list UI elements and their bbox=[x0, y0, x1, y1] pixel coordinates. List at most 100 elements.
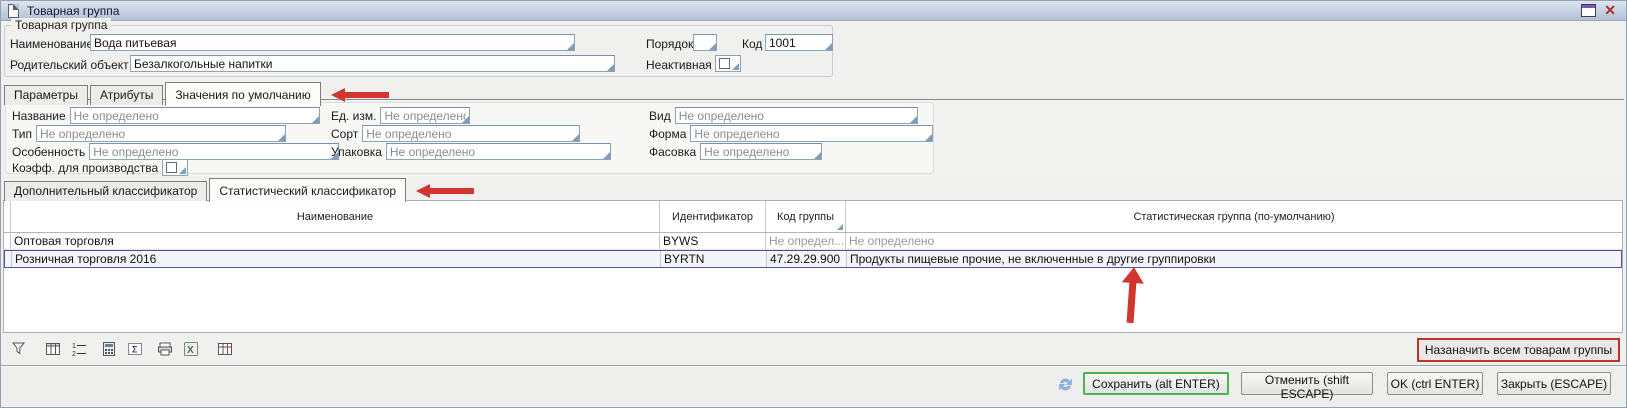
default-name-label: Название bbox=[12, 109, 66, 123]
titlebar: Товарная группа ✕ bbox=[1, 1, 1626, 21]
default-type-field[interactable] bbox=[36, 125, 286, 142]
grid-settings-icon[interactable] bbox=[215, 339, 235, 359]
default-unit-label: Ед. изм. bbox=[331, 109, 376, 123]
cell-stat-group: Продукты пищевые прочие, не включенные в… bbox=[847, 251, 1621, 267]
refresh-icon bbox=[1058, 377, 1073, 392]
svg-text:Σ: Σ bbox=[132, 345, 138, 355]
row-selector-gutter bbox=[4, 201, 11, 232]
default-values-panel: Название Ед. изм. Вид Тип Сорт Форма bbox=[5, 102, 934, 174]
cell-name: Розничная торговля 2016 bbox=[12, 251, 661, 267]
tab-statistical-classifier[interactable]: Статистический классификатор bbox=[209, 178, 406, 202]
tab-additional-classifier[interactable]: Дополнительный классификатор bbox=[4, 181, 207, 201]
cell-group-code: 47.29.29.900 bbox=[767, 251, 847, 267]
coeff-label: Коэфф. для производства bbox=[12, 161, 158, 175]
inactive-checkbox[interactable] bbox=[715, 55, 741, 72]
default-packing-label: Фасовка bbox=[649, 145, 696, 159]
main-tabstrip: Параметры Атрибуты Значения по умолчанию bbox=[4, 81, 389, 105]
code-field[interactable] bbox=[765, 34, 833, 51]
name-field[interactable] bbox=[90, 34, 575, 51]
default-packaging-label: Упаковка bbox=[331, 145, 382, 159]
excel-export-icon[interactable]: X bbox=[181, 339, 201, 359]
assign-to-all-goods-button[interactable]: Назаначить всем товарам группы bbox=[1417, 338, 1620, 362]
parent-label: Родительский объект bbox=[10, 58, 129, 72]
name-field-wrap bbox=[90, 34, 575, 51]
print-icon[interactable] bbox=[155, 339, 175, 359]
col-header-stat-group[interactable]: Статистическая группа (по-умолчанию) bbox=[846, 201, 1622, 232]
maximize-icon[interactable] bbox=[1581, 4, 1596, 17]
ok-button[interactable]: OK (ctrl ENTER) bbox=[1387, 372, 1483, 395]
col-header-group-code[interactable]: Код группы bbox=[766, 201, 846, 232]
svg-text:2: 2 bbox=[72, 351, 76, 357]
default-field-unit-cell: Ед. изм. bbox=[331, 107, 470, 124]
close-icon[interactable]: ✕ bbox=[1604, 4, 1616, 17]
calculator-icon[interactable] bbox=[99, 339, 119, 359]
svg-text:X: X bbox=[187, 345, 194, 356]
default-unit-field[interactable] bbox=[380, 107, 470, 124]
footer-bar: Сохранить (alt ENTER) Отменить (shift ES… bbox=[1, 365, 1626, 408]
annotation-arrow-tab2-icon bbox=[416, 184, 474, 198]
tab-attributes[interactable]: Атрибуты bbox=[90, 85, 163, 105]
cell-group-code: Не определ... bbox=[766, 233, 846, 249]
default-field-feature-cell: Особенность bbox=[12, 143, 339, 160]
code-label: Код bbox=[742, 37, 762, 51]
parent-field[interactable] bbox=[130, 55, 615, 72]
table-toolbar: 12 Σ X Назаначить всем товарам группы bbox=[3, 334, 1623, 364]
filter-icon[interactable] bbox=[9, 339, 29, 359]
default-field-name-cell: Название bbox=[12, 107, 320, 124]
coeff-field[interactable] bbox=[162, 159, 188, 176]
code-field-wrap bbox=[765, 34, 833, 51]
default-feature-field[interactable] bbox=[89, 143, 339, 160]
default-sort-label: Сорт bbox=[331, 127, 358, 141]
classifier-table: Наименование Идентификатор Код группы Ст… bbox=[3, 200, 1623, 333]
order-label: Порядок bbox=[646, 37, 693, 51]
refresh-button[interactable] bbox=[1054, 373, 1076, 395]
checkbox-box-icon bbox=[719, 58, 730, 69]
tab-default-values[interactable]: Значения по умолчанию bbox=[165, 82, 320, 106]
cell-name: Оптовая торговля bbox=[11, 233, 660, 249]
col-header-name[interactable]: Наименование bbox=[11, 201, 660, 232]
default-values-page: Название Ед. изм. Вид Тип Сорт Форма bbox=[4, 99, 1624, 177]
table-row-selected[interactable]: Розничная торговля 2016 BYRTN 47.29.29.9… bbox=[4, 250, 1622, 268]
cell-stat-group: Не определено bbox=[846, 233, 1622, 249]
order-field[interactable] bbox=[693, 34, 717, 51]
inactive-label: Неактивная bbox=[646, 58, 712, 72]
cancel-button[interactable]: Отменить (shift ESCAPE) bbox=[1241, 372, 1373, 395]
default-kind-label: Вид bbox=[649, 109, 671, 123]
toolbar-icons: 12 Σ X bbox=[9, 339, 235, 359]
default-field-sort-cell: Сорт bbox=[331, 125, 580, 142]
default-field-packaging-cell: Упаковка bbox=[331, 143, 611, 160]
coeff-cell: Коэфф. для производства bbox=[12, 159, 188, 176]
window-title: Товарная группа bbox=[27, 4, 119, 18]
tab-parameters[interactable]: Параметры bbox=[4, 85, 88, 105]
default-field-type-cell: Тип bbox=[12, 125, 286, 142]
columns-icon[interactable] bbox=[43, 339, 63, 359]
default-packing-field[interactable] bbox=[700, 143, 822, 160]
order-field-wrap bbox=[693, 34, 717, 51]
numbered-list-icon[interactable]: 12 bbox=[69, 339, 89, 359]
default-form-field[interactable] bbox=[690, 125, 933, 142]
cell-identifier: BYRTN bbox=[661, 251, 767, 267]
default-feature-label: Особенность bbox=[12, 145, 85, 159]
svg-text:1: 1 bbox=[72, 343, 76, 350]
default-packaging-field[interactable] bbox=[386, 143, 611, 160]
sort-corner-icon bbox=[837, 224, 843, 230]
product-group-window: Товарная группа ✕ Товарная группа Наимен… bbox=[0, 0, 1627, 408]
row-gutter bbox=[4, 233, 11, 249]
document-icon bbox=[8, 4, 19, 18]
product-group-fieldset: Товарная группа Наименование Порядок Код… bbox=[4, 25, 833, 77]
default-kind-field[interactable] bbox=[675, 107, 918, 124]
col-header-identifier[interactable]: Идентификатор bbox=[660, 201, 766, 232]
sum-icon[interactable]: Σ bbox=[125, 339, 145, 359]
save-button[interactable]: Сохранить (alt ENTER) bbox=[1083, 372, 1229, 395]
cell-identifier: BYWS bbox=[660, 233, 766, 249]
default-sort-field[interactable] bbox=[362, 125, 580, 142]
default-name-field[interactable] bbox=[70, 107, 320, 124]
default-form-label: Форма bbox=[649, 127, 686, 141]
annotation-arrow-tab1-icon bbox=[331, 88, 389, 102]
default-field-kind-cell: Вид bbox=[649, 107, 918, 124]
table-row[interactable]: Оптовая торговля BYWS Не определ... Не о… bbox=[4, 233, 1622, 250]
annotation-arrow-row-icon bbox=[1118, 266, 1146, 324]
checkbox-box-icon bbox=[166, 162, 177, 173]
default-field-packing-cell: Фасовка bbox=[649, 143, 822, 160]
close-button[interactable]: Закрыть (ESCAPE) bbox=[1497, 372, 1611, 395]
